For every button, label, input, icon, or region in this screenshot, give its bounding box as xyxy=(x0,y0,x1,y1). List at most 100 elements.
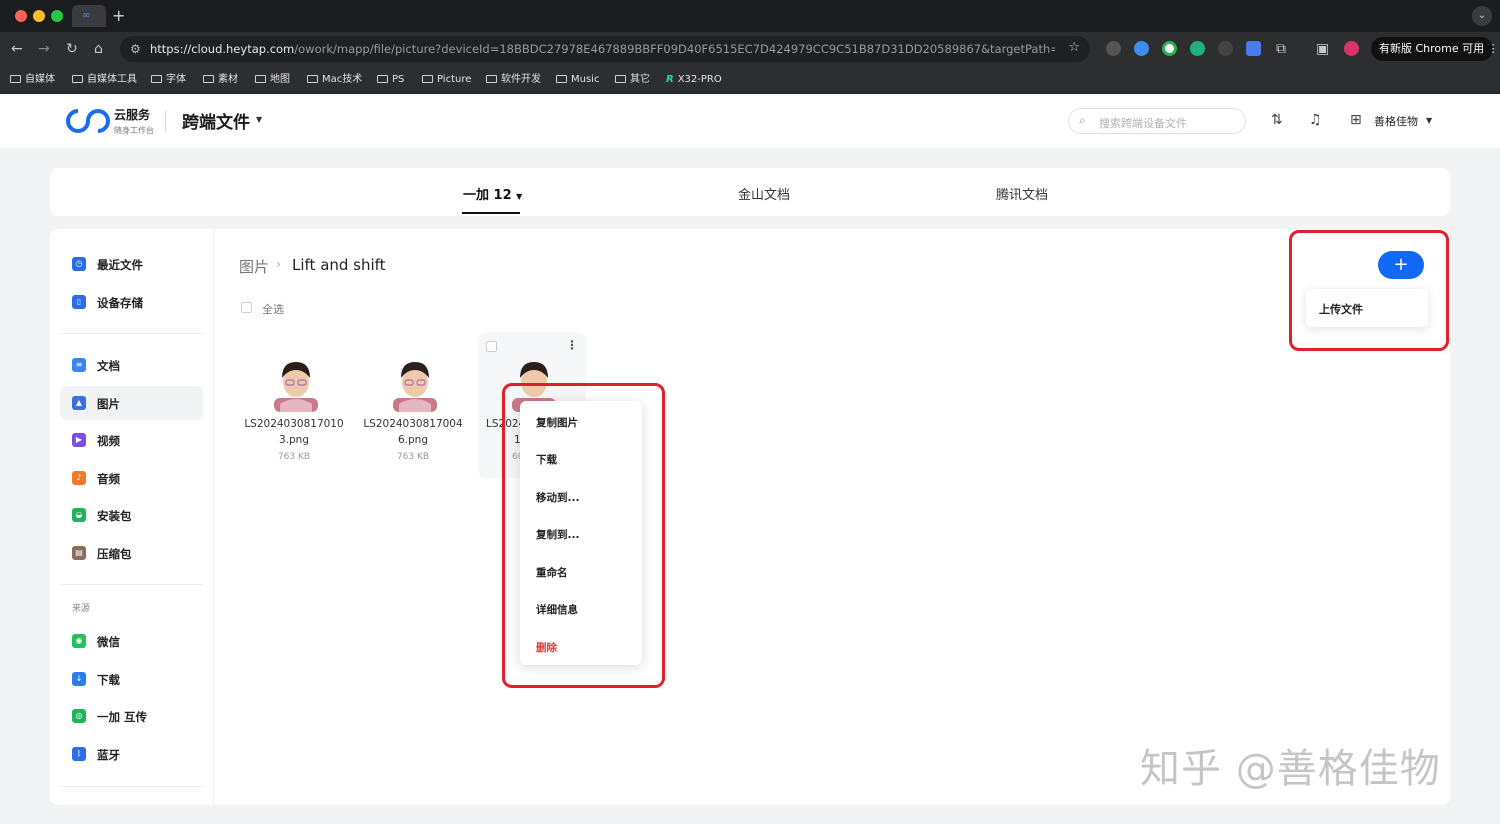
bookmark-folder[interactable]: 素材 xyxy=(203,72,238,88)
file-card[interactable]: LS2024030817010 3.png 763 KB xyxy=(240,332,348,478)
bookmark-folder[interactable]: 软件开发 xyxy=(486,72,541,88)
caret-down-icon[interactable]: ▼ xyxy=(1426,116,1432,125)
sidebar-item-apk[interactable]: ◒ 安装包 xyxy=(60,498,203,532)
bookmark-label: 素材 xyxy=(218,74,238,85)
user-icon[interactable]: ⊞ xyxy=(1350,112,1362,128)
tab-oneplus12[interactable]: 一加 12 ▼ xyxy=(463,184,522,203)
file-thumbnail xyxy=(393,362,437,412)
sidebar-item-oneplus-share[interactable]: ◎ 一加 互传 xyxy=(60,699,203,733)
file-name-line: LS2024030817010 xyxy=(244,418,344,430)
select-all-checkbox[interactable] xyxy=(241,302,252,313)
sidebar-divider xyxy=(60,584,203,585)
bookmark-folder[interactable]: 自媒体 xyxy=(10,72,55,88)
download-icon: ↓ xyxy=(72,672,86,686)
more-options-icon[interactable]: ⋮ xyxy=(566,338,578,352)
file-checkbox[interactable] xyxy=(486,341,497,352)
folder-icon xyxy=(307,75,318,83)
tab-tencent-docs[interactable]: 腾讯文档 xyxy=(996,184,1048,203)
document-icon: ≡ xyxy=(72,358,86,372)
bookmark-label: Picture xyxy=(437,74,472,85)
sidebar-item-label: 压缩包 xyxy=(97,547,132,561)
caret-down-icon[interactable]: ▼ xyxy=(256,115,262,124)
file-name-line: 3.png xyxy=(278,434,309,446)
file-card[interactable]: LS2024030817004 6.png 763 KB xyxy=(359,332,467,478)
folder-icon xyxy=(486,75,497,83)
bell-icon[interactable]: ♫ xyxy=(1309,112,1322,128)
sidebar-item-label: 文档 xyxy=(97,359,120,373)
breadcrumb-root[interactable]: 图片 xyxy=(239,256,269,277)
device-tabs: 一加 12 ▼ 金山文档 腾讯文档 xyxy=(50,168,1450,216)
chevron-right-icon: › xyxy=(276,257,281,271)
side-panel-icon[interactable]: ▣ xyxy=(1316,40,1329,58)
new-tab-button[interactable]: + xyxy=(112,6,125,26)
address-bar[interactable]: ⚙ https://cloud.heytap.com/owork/mapp/fi… xyxy=(120,36,1090,62)
chrome-update-button[interactable]: 有新版 Chrome 可用 ⋮ xyxy=(1371,37,1499,61)
sidebar-item-images[interactable]: ▲ 图片 xyxy=(60,386,203,420)
android-icon: ◒ xyxy=(72,508,86,522)
user-name[interactable]: 善格佳物 xyxy=(1374,113,1418,129)
bookmark-star-icon[interactable]: ☆ xyxy=(1068,40,1080,55)
sidebar-item-archives[interactable]: ▤ 压缩包 xyxy=(60,536,203,570)
sidebar-item-downloads[interactable]: ↓ 下载 xyxy=(60,662,203,696)
cloud-service-logo-icon[interactable] xyxy=(66,108,110,134)
file-thumbnail xyxy=(274,362,318,412)
bookmark-folder[interactable]: 地图 xyxy=(255,72,290,88)
maximize-window-button[interactable] xyxy=(51,10,63,22)
search-icon: ⌕ xyxy=(1079,113,1086,127)
sidebar-item-documents[interactable]: ≡ 文档 xyxy=(60,348,203,382)
sidebar-item-device-storage[interactable]: ▯ 设备存储 xyxy=(60,285,203,319)
sidebar-item-label: 图片 xyxy=(97,397,120,411)
bookmark-folder[interactable]: Picture xyxy=(422,72,471,88)
sidebar-item-label: 一加 互传 xyxy=(97,710,148,724)
bookmark-link[interactable]: R X32-PRO xyxy=(666,72,722,88)
extensions-puzzle-icon[interactable]: ⧉ xyxy=(1276,40,1286,58)
bookmark-folder[interactable]: 其它 xyxy=(615,72,650,88)
close-window-button[interactable] xyxy=(15,10,27,22)
tab-search-icon[interactable]: ⌄ xyxy=(1472,6,1492,26)
bookmark-folder[interactable]: 自媒体工具 xyxy=(72,72,137,88)
transfer-list-icon[interactable]: ⇅ xyxy=(1271,112,1283,128)
home-icon[interactable]: ⌂ xyxy=(94,40,103,58)
cloud-logo-icon: ∞ xyxy=(82,10,91,21)
bookmark-folder[interactable]: 字体 xyxy=(151,72,186,88)
highlight-box-upload xyxy=(1289,230,1449,351)
extension-icon[interactable] xyxy=(1218,41,1233,56)
browser-toolbar: ← → ↻ ⌂ ⚙ https://cloud.heytap.com/owork… xyxy=(0,32,1500,66)
app-header: 云服务 随身工作台 跨端文件 ▼ ⌕ 搜索跨端设备文件 ⇅ ♫ ⊞ 善格佳物 ▼ xyxy=(0,94,1500,148)
folder-icon xyxy=(377,75,388,83)
app-title[interactable]: 跨端文件 xyxy=(182,108,250,133)
minimize-window-button[interactable] xyxy=(33,10,45,22)
bookmark-folder[interactable]: Mac技术 xyxy=(307,72,362,88)
sidebar-item-label: 下载 xyxy=(97,673,120,687)
folder-icon xyxy=(422,75,433,83)
sidebar-item-bluetooth[interactable]: ᛒ 蓝牙 xyxy=(60,737,203,771)
extension-icon[interactable] xyxy=(1190,41,1205,56)
folder-icon xyxy=(255,75,266,83)
sidebar-item-recent[interactable]: ◷ 最近文件 xyxy=(60,247,203,281)
translate-icon[interactable] xyxy=(1246,41,1261,56)
extension-icon[interactable] xyxy=(1162,41,1177,56)
search-input[interactable]: ⌕ 搜索跨端设备文件 xyxy=(1068,108,1246,134)
profile-avatar-icon[interactable] xyxy=(1344,41,1359,56)
bookmark-folder[interactable]: PS xyxy=(377,72,404,88)
sidebar-item-label: 音频 xyxy=(97,472,120,486)
reload-icon[interactable]: ↻ xyxy=(66,40,78,58)
extension-icon[interactable] xyxy=(1134,41,1149,56)
sidebar-item-audio[interactable]: ♪ 音频 xyxy=(60,461,203,495)
bookmark-label: 自媒体 xyxy=(25,74,55,85)
tab-kingsoft-docs[interactable]: 金山文档 xyxy=(738,184,790,203)
highlight-box-context-menu xyxy=(502,383,665,688)
browser-tab[interactable]: ∞ xyxy=(72,5,106,27)
select-all-label[interactable]: 全选 xyxy=(262,301,284,317)
extension-icon[interactable] xyxy=(1106,41,1121,56)
site-info-icon[interactable]: ⚙ xyxy=(130,42,141,56)
back-icon[interactable]: ← xyxy=(11,40,23,58)
folder-icon xyxy=(615,75,626,83)
file-name: LS2024030817010 3.png xyxy=(240,416,348,448)
url-text[interactable]: https://cloud.heytap.com/owork/mapp/file… xyxy=(150,42,1055,56)
watermark: 知乎 @善格佳物 xyxy=(1140,746,1441,792)
bookmark-folder[interactable]: Music xyxy=(556,72,599,88)
sidebar-item-wechat[interactable]: ◉ 微信 xyxy=(60,624,203,658)
forward-icon[interactable]: → xyxy=(38,40,50,58)
sidebar-item-videos[interactable]: ▶ 视频 xyxy=(60,423,203,457)
